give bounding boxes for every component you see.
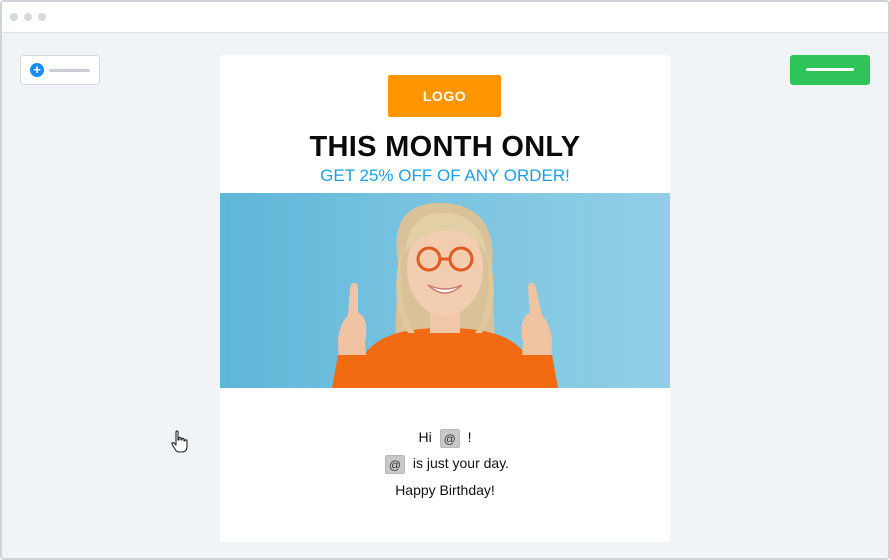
add-block-label-placeholder xyxy=(49,69,90,72)
logo-block[interactable]: LOGO xyxy=(388,75,501,117)
greeting-prefix: Hi xyxy=(418,429,432,446)
merge-tag-date[interactable]: @ xyxy=(384,455,405,474)
title-bar xyxy=(2,2,888,33)
hero-image[interactable] xyxy=(220,193,670,388)
plus-icon: + xyxy=(30,63,44,77)
window-dot-icon xyxy=(24,13,32,21)
save-button-label-placeholder xyxy=(806,68,854,71)
greeting-line[interactable]: Hi @ ! xyxy=(220,429,670,448)
message-line[interactable]: @ is just your day. xyxy=(220,455,670,474)
message-text: is just your day. xyxy=(412,455,510,472)
browser-window: + LOGO THIS MONTH ONLY GET 25% OFF OF AN… xyxy=(0,0,890,560)
woman-portrait-illustration xyxy=(332,203,558,388)
email-canvas: LOGO THIS MONTH ONLY GET 25% OFF OF ANY … xyxy=(220,55,670,542)
birthday-line[interactable]: Happy Birthday! xyxy=(220,482,670,498)
save-button[interactable] xyxy=(790,55,870,85)
subheadline[interactable]: GET 25% OFF OF ANY ORDER! xyxy=(220,166,670,186)
merge-tag-first-name[interactable]: @ xyxy=(439,429,460,448)
headline[interactable]: THIS MONTH ONLY xyxy=(220,131,670,164)
window-dot-icon xyxy=(38,13,46,21)
window-dot-icon xyxy=(10,13,18,21)
hand-pointer-cursor-icon xyxy=(171,430,188,453)
add-block-button[interactable]: + xyxy=(20,55,100,85)
greeting-suffix: ! xyxy=(467,429,472,446)
